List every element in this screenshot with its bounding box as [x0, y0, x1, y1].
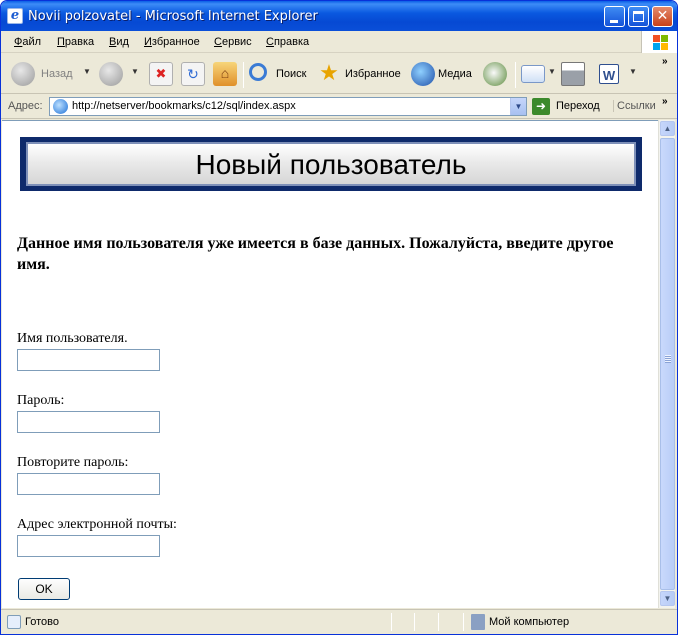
- favorites-label: Избранное: [345, 68, 401, 80]
- address-url[interactable]: http://netserver/bookmarks/c12/sql/index…: [72, 100, 296, 112]
- standard-toolbar: Назад ▼ ▼ ✖ ↻ ⌂ Поиск ★ Избранное Медиа: [1, 54, 677, 94]
- back-arrow-icon: [11, 62, 35, 86]
- media-button[interactable]: Медиа: [411, 60, 475, 88]
- minimize-icon: [610, 20, 618, 23]
- scroll-thumb[interactable]: [660, 138, 675, 590]
- maximize-icon: [633, 11, 644, 22]
- search-label: Поиск: [276, 68, 307, 80]
- close-icon: ✕: [656, 8, 669, 24]
- mail-icon: [521, 65, 545, 83]
- toolbar-separator: [515, 62, 516, 88]
- back-button[interactable]: Назад ▼: [11, 60, 91, 88]
- mail-button[interactable]: ▼: [521, 60, 557, 88]
- scroll-down-icon[interactable]: ▼: [660, 591, 675, 606]
- refresh-button[interactable]: ↻: [181, 60, 205, 88]
- password-input[interactable]: [17, 411, 160, 433]
- ok-button[interactable]: OK: [18, 578, 70, 600]
- menu-file[interactable]: Файл: [14, 36, 41, 48]
- search-button[interactable]: Поиск: [249, 60, 311, 88]
- links-button[interactable]: Ссылки: [613, 100, 656, 112]
- email-input[interactable]: [17, 535, 160, 557]
- media-icon: [411, 62, 435, 86]
- menu-view[interactable]: Вид: [109, 36, 129, 48]
- page-ie-icon: [53, 99, 68, 114]
- page-viewport: Новый пользователь Данное имя пользовате…: [2, 120, 658, 608]
- security-zone: Мой компьютер: [489, 616, 570, 628]
- scroll-up-icon[interactable]: ▲: [660, 121, 675, 136]
- status-text: Готово: [25, 616, 59, 628]
- address-input[interactable]: http://netserver/bookmarks/c12/sql/index…: [49, 97, 527, 116]
- minimize-button[interactable]: [604, 6, 625, 27]
- forward-arrow-icon: [99, 62, 123, 86]
- refresh-icon: ↻: [181, 62, 205, 86]
- status-bar: Готово Мой компьютер: [1, 609, 677, 634]
- favorites-star-icon: ★: [319, 60, 339, 85]
- address-bar: Адрес: http://netserver/bookmarks/c12/sq…: [1, 95, 677, 119]
- home-button[interactable]: ⌂: [213, 60, 237, 88]
- banner-inner: Новый пользователь: [26, 142, 636, 186]
- word-dropdown-icon[interactable]: ▼: [629, 67, 637, 76]
- email-label: Адрес электронной почты:: [17, 517, 177, 532]
- links-chevron-icon[interactable]: »: [662, 96, 668, 107]
- repeat-password-input[interactable]: [17, 473, 160, 495]
- password-label: Пароль:: [17, 393, 65, 408]
- page-status-icon: [7, 615, 21, 629]
- go-button[interactable]: ➜ Переход: [532, 97, 612, 116]
- forward-dropdown-icon[interactable]: ▼: [131, 67, 139, 76]
- username-input[interactable]: [17, 349, 160, 371]
- toolbar-separator: [243, 62, 244, 88]
- status-separator: [391, 613, 392, 631]
- go-arrow-icon: ➜: [532, 98, 550, 115]
- forward-button[interactable]: ▼: [99, 60, 141, 88]
- menu-help[interactable]: Справка: [266, 36, 309, 48]
- close-button[interactable]: ✕: [652, 6, 673, 27]
- mail-dropdown-icon[interactable]: ▼: [548, 67, 556, 76]
- status-separator: [414, 613, 415, 631]
- edit-word-button[interactable]: W ▼: [599, 60, 639, 88]
- home-icon: ⌂: [213, 62, 237, 86]
- page-banner: Новый пользователь: [20, 137, 642, 191]
- status-separator: [438, 613, 439, 631]
- computer-zone-icon: [471, 614, 485, 630]
- search-icon: [249, 63, 267, 81]
- toolbar-chevron-icon[interactable]: »: [662, 56, 668, 67]
- vertical-scrollbar[interactable]: ▲ ▼: [658, 120, 675, 608]
- go-label: Переход: [556, 100, 600, 112]
- favorites-button[interactable]: ★ Избранное: [317, 60, 405, 88]
- address-label: Адрес:: [8, 100, 43, 112]
- stop-icon: ✖: [149, 62, 173, 86]
- menu-favorites[interactable]: Избранное: [144, 36, 200, 48]
- address-dropdown-icon[interactable]: ▼: [510, 98, 526, 115]
- username-label: Имя пользователя.: [17, 331, 128, 346]
- windows-flag-icon: [641, 31, 677, 53]
- back-label: Назад: [41, 68, 73, 80]
- title-bar[interactable]: e Novii polzovatel - Microsoft Internet …: [1, 1, 677, 31]
- window-title: Novii polzovatel - Microsoft Internet Ex…: [28, 9, 318, 24]
- back-dropdown-icon[interactable]: ▼: [83, 67, 91, 76]
- status-separator: [463, 613, 464, 631]
- menu-tools[interactable]: Сервис: [214, 36, 252, 48]
- scroll-grip-icon: [665, 355, 671, 363]
- menu-bar: Файл Правка Вид Избранное Сервис Справка: [1, 31, 677, 53]
- stop-button[interactable]: ✖: [149, 60, 173, 88]
- print-icon: [561, 62, 585, 86]
- browser-window: e Novii polzovatel - Microsoft Internet …: [0, 0, 678, 635]
- page-title: Новый пользователь: [195, 149, 467, 180]
- history-button[interactable]: [483, 60, 509, 88]
- print-button[interactable]: [561, 60, 587, 88]
- ie-app-icon[interactable]: e: [7, 8, 23, 24]
- word-icon: W: [599, 64, 619, 84]
- error-message: Данное имя пользователя уже имеется в ба…: [17, 235, 614, 273]
- media-label: Медиа: [438, 68, 472, 80]
- menu-edit[interactable]: Правка: [57, 36, 94, 48]
- history-icon: [483, 62, 507, 86]
- repeat-password-label: Повторите пароль:: [17, 455, 129, 470]
- maximize-button[interactable]: [628, 6, 649, 27]
